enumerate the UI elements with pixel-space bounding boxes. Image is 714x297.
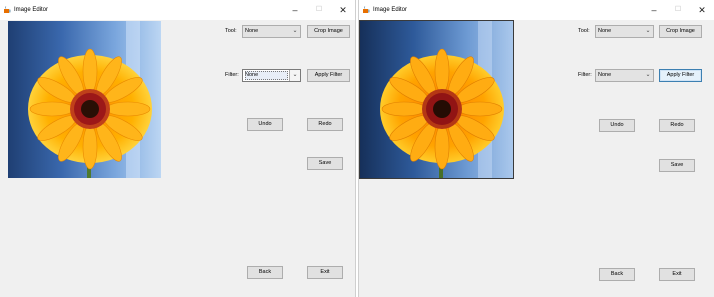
image-editor-window-right: Image Editor – ☐ ✕ Tool: None ⌄ Crop Ima… — [358, 0, 714, 297]
exit-button[interactable]: Exit — [307, 266, 343, 279]
back-button[interactable]: Back — [599, 268, 635, 281]
filter-label: Filter: — [225, 72, 239, 78]
tool-dropdown-value: None — [245, 28, 259, 34]
flower-photo — [360, 21, 513, 178]
save-button[interactable]: Save — [307, 157, 343, 170]
close-button[interactable]: ✕ — [337, 4, 349, 16]
tool-label: Tool: — [225, 28, 237, 34]
undo-button[interactable]: Undo — [247, 118, 283, 131]
apply-filter-button[interactable]: Apply Filter — [659, 69, 702, 82]
chevron-down-icon: ⌄ — [645, 72, 651, 78]
crop-image-button[interactable]: Crop Image — [307, 25, 350, 38]
redo-button[interactable]: Redo — [307, 118, 343, 131]
tool-label: Tool: — [578, 28, 590, 34]
maximize-button[interactable]: ☐ — [672, 4, 684, 16]
tool-dropdown[interactable]: None ⌄ — [595, 25, 654, 38]
filter-label: Filter: — [578, 72, 592, 78]
image-preview — [359, 20, 514, 179]
chevron-down-icon: ⌄ — [289, 70, 300, 81]
filter-dropdown-value: None — [245, 71, 288, 80]
filter-dropdown-value: None — [598, 72, 612, 78]
tool-dropdown-value: None — [598, 28, 612, 34]
back-button[interactable]: Back — [247, 266, 283, 279]
redo-button[interactable]: Redo — [659, 119, 695, 132]
filter-dropdown[interactable]: None ⌄ — [595, 69, 654, 82]
undo-button[interactable]: Undo — [599, 119, 635, 132]
save-button[interactable]: Save — [659, 159, 695, 172]
flower-photo — [8, 21, 161, 178]
maximize-button[interactable]: ☐ — [313, 4, 325, 16]
image-preview — [8, 21, 161, 178]
minimize-button[interactable]: – — [289, 4, 301, 16]
filter-dropdown[interactable]: None ⌄ — [242, 69, 301, 82]
java-cup-icon — [363, 6, 370, 13]
window-title: Image Editor — [373, 7, 408, 13]
exit-button[interactable]: Exit — [659, 268, 695, 281]
close-button[interactable]: ✕ — [696, 4, 708, 16]
chevron-down-icon: ⌄ — [292, 28, 298, 34]
chevron-down-icon: ⌄ — [645, 28, 651, 34]
crop-image-button[interactable]: Crop Image — [659, 25, 702, 38]
window-title: Image Editor — [14, 7, 49, 13]
title-bar[interactable]: Image Editor – ☐ ✕ — [359, 0, 714, 20]
title-bar[interactable]: Image Editor – ☐ ✕ — [0, 0, 355, 20]
image-editor-window-left: Image Editor – ☐ ✕ Tool: None ⌄ Crop Ima… — [0, 0, 356, 297]
java-cup-icon — [4, 6, 11, 13]
apply-filter-button[interactable]: Apply Filter — [307, 69, 350, 82]
minimize-button[interactable]: – — [648, 4, 660, 16]
tool-dropdown[interactable]: None ⌄ — [242, 25, 301, 38]
